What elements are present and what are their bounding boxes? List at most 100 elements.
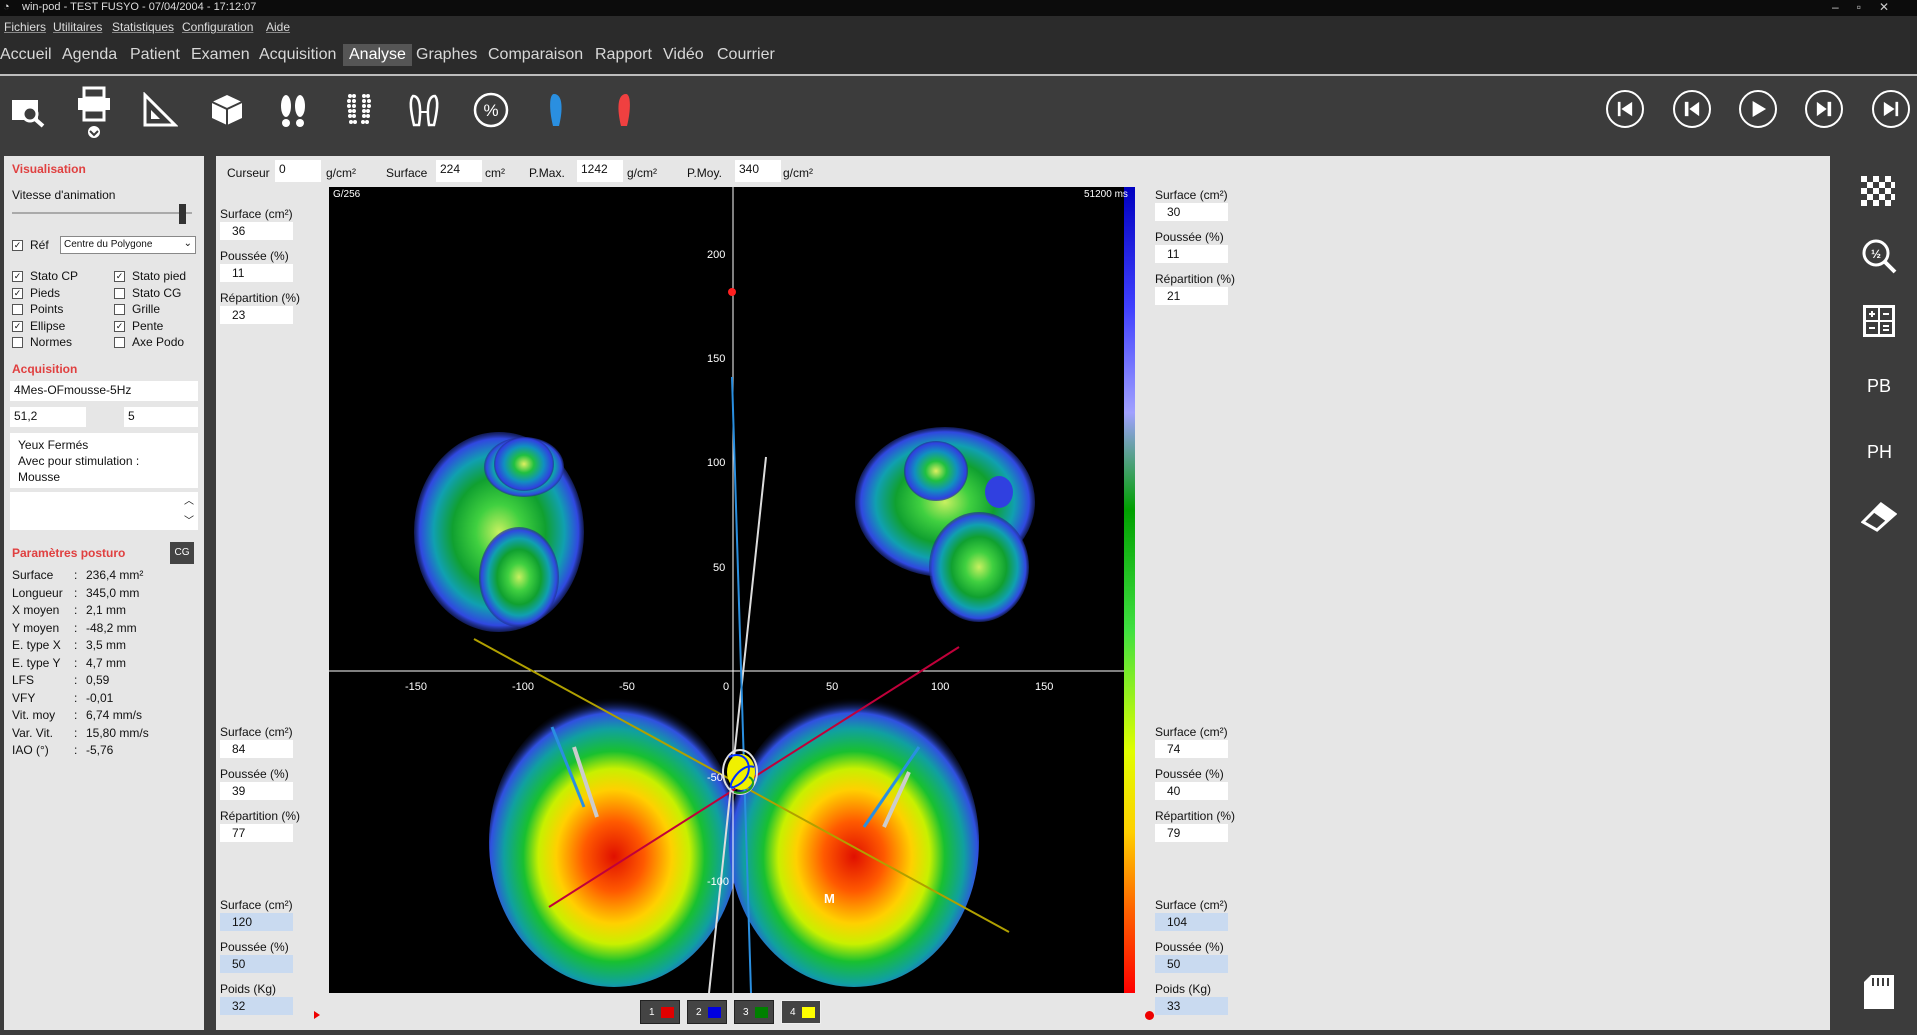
menu-aide[interactable]: Aide [266,20,290,34]
stat-value[interactable]: 36 [220,222,293,240]
tab-comparaison[interactable]: Comparaison [488,46,583,64]
option-checkbox[interactable] [114,287,125,299]
ref-checkbox[interactable]: ✓ [12,240,23,251]
stat-value[interactable]: 50 [220,955,293,973]
window-controls[interactable]: –▫✕ [1832,0,1907,14]
option-checkbox[interactable]: ✓ [12,271,23,282]
tab-graphes[interactable]: Graphes [416,46,477,64]
acquisition-value-2[interactable]: 5 [124,407,198,427]
cg-button[interactable]: CG [170,542,194,564]
surface-value[interactable]: 224 [436,160,482,182]
acquisition-value-1[interactable]: 51,2 [10,407,86,427]
scroll-down-icon[interactable]: ﹀ [184,512,194,527]
comment-textarea[interactable]: ︿ ﹀ [10,492,198,530]
stat-label: Surface (cm²) [1155,898,1228,912]
stat-value[interactable]: 32 [220,997,293,1015]
option-checkbox[interactable]: ✓ [114,271,125,282]
option-checkbox[interactable]: ✓ [114,320,125,332]
scroll-up-icon[interactable]: ︿ [184,492,194,507]
stat-value[interactable]: 23 [220,306,293,324]
eraser-icon[interactable] [1861,502,1897,532]
stat-value[interactable]: 11 [1155,245,1228,263]
stat-value[interactable]: 50 [1155,955,1228,973]
blue-foot-icon[interactable] [539,92,575,128]
zoom-search-icon[interactable] [10,92,46,128]
acquisition-notes[interactable]: Yeux Fermés Avec pour stimulation : Mous… [10,433,198,488]
skip-start-icon[interactable] [1606,90,1644,128]
dotted-footprints-icon[interactable] [341,92,377,128]
tab-accueil[interactable]: Accueil [0,46,52,64]
tab-video[interactable]: Vidéo [663,46,704,64]
ref-select[interactable]: Centre du Polygone ⌄ [60,236,196,254]
option-checkbox[interactable] [12,304,23,315]
param-value: 0,59 [86,673,110,687]
pmax-value[interactable]: 1242 [577,160,623,182]
pmoy-value[interactable]: 340 [735,160,781,182]
red-foot-icon[interactable] [606,92,642,128]
stat-value[interactable]: 74 [1155,740,1228,758]
stat-value[interactable]: 30 [1155,203,1228,221]
option-checkbox[interactable] [114,337,125,348]
checker-grid-icon[interactable] [1861,176,1895,206]
stat-value[interactable]: 21 [1155,287,1228,305]
menu-utilitaires[interactable]: Utilitaires [53,20,102,34]
note-line: Mousse [18,470,61,484]
animation-speed-track[interactable] [12,212,192,214]
step-forward-icon[interactable] [1805,90,1843,128]
stat-value[interactable]: 79 [1155,824,1228,842]
measure-ruler-icon[interactable] [142,92,178,128]
stat-label: Surface (cm²) [220,207,293,221]
trace-toggle-button[interactable]: 4 [781,1000,821,1024]
param-value: 6,74 mm/s [86,708,143,722]
pressure-map-plot[interactable]: G/256 51200 ms M -150 -100 -50 0 50 100 … [329,187,1135,993]
tab-examen[interactable]: Examen [191,46,250,64]
menu-fichiers[interactable]: Fichiers [4,20,46,34]
step-back-icon[interactable] [1673,90,1711,128]
tab-analyse[interactable]: Analyse [343,44,412,66]
stat-value[interactable]: 84 [220,740,293,758]
footprints-icon[interactable] [275,92,311,128]
tab-courrier[interactable]: Courrier [717,46,775,64]
zoom-half-icon[interactable]: ½ [1861,238,1897,274]
tab-patient[interactable]: Patient [130,46,180,64]
skip-end-icon[interactable] [1872,90,1910,128]
animation-speed-thumb[interactable] [179,204,186,224]
param-value: -48,2 mm [86,620,137,635]
calculator-icon[interactable] [1862,304,1896,338]
ph-button[interactable]: PH [1867,442,1892,463]
trace-toggle-button[interactable]: 1 [640,1000,680,1024]
stat-value[interactable]: 40 [1155,782,1228,800]
menu-configuration[interactable]: Configuration [182,20,253,34]
option-checkbox[interactable] [114,304,125,315]
svg-text:%: % [483,101,498,120]
cube-3d-icon[interactable] [209,92,245,128]
option-label: Stato pied [132,269,187,283]
stat-label: Poussée (%) [220,940,289,954]
trace-toggle-button[interactable]: 2 [687,1000,727,1024]
pb-button[interactable]: PB [1867,376,1891,397]
menu-statistiques[interactable]: Statistiques [112,20,174,34]
feet-outline-icon[interactable] [407,92,443,128]
stat-value[interactable]: 120 [220,913,293,931]
stat-value[interactable]: 77 [220,824,293,842]
acquisition-name[interactable]: 4Mes-OFmousse-5Hz [10,381,198,401]
param-name: E. type X [12,638,61,652]
stat-value[interactable]: 33 [1155,997,1228,1015]
stat-value[interactable]: 39 [220,782,293,800]
param-colon: : [74,673,78,687]
tab-acquisition[interactable]: Acquisition [259,46,336,64]
option-checkbox[interactable] [12,337,23,348]
stat-value[interactable]: 11 [220,264,293,282]
option-checkbox[interactable]: ✓ [12,287,23,299]
param-colon: : [74,690,78,705]
tab-agenda[interactable]: Agenda [62,46,117,64]
stat-value[interactable]: 104 [1155,913,1228,931]
print-icon[interactable] [76,86,112,140]
sd-card-icon[interactable] [1863,974,1895,1010]
play-icon[interactable] [1739,90,1777,128]
tab-rapport[interactable]: Rapport [595,46,652,64]
option-checkbox[interactable]: ✓ [12,320,23,332]
percent-icon[interactable]: % [473,92,509,128]
trace-toggle-button[interactable]: 3 [734,1000,774,1024]
curseur-value[interactable]: 0 [275,160,321,182]
